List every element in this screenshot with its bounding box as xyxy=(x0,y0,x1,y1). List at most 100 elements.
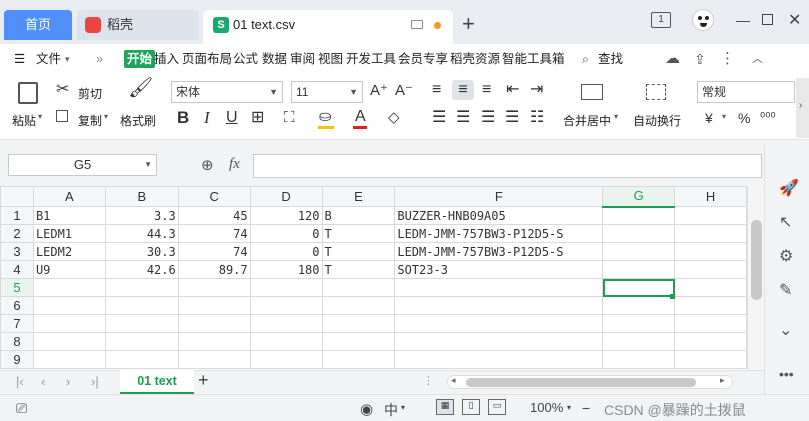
cell[interactable]: 74 xyxy=(177,242,251,261)
zoom-formula-icon[interactable]: ⊕ xyxy=(201,156,214,174)
cell[interactable]: 0 xyxy=(249,224,323,243)
cell[interactable] xyxy=(602,350,676,369)
cell[interactable] xyxy=(602,296,676,315)
cell[interactable] xyxy=(602,260,676,279)
cell[interactable] xyxy=(394,296,604,315)
search-label[interactable]: 查找 xyxy=(598,44,623,74)
align-right-icon[interactable]: ☰ xyxy=(481,110,495,126)
wrap-text-icon[interactable] xyxy=(646,84,666,100)
cell[interactable] xyxy=(249,350,323,369)
cell[interactable] xyxy=(249,314,323,333)
align-bottom-icon[interactable]: ≡ xyxy=(482,82,491,98)
menu-file[interactable]: 文件 xyxy=(36,44,61,74)
merge-center-icon[interactable] xyxy=(581,84,603,100)
language-icon[interactable]: 中 xyxy=(384,400,398,420)
cell[interactable] xyxy=(177,332,251,351)
cell[interactable] xyxy=(104,350,179,369)
cell[interactable] xyxy=(674,242,747,261)
row-header[interactable]: 1 xyxy=(0,206,34,225)
sliders-icon[interactable]: ⚙ xyxy=(779,246,793,266)
cell[interactable] xyxy=(249,296,323,315)
copy-icon[interactable] xyxy=(56,110,68,122)
cell[interactable]: 45 xyxy=(177,206,251,225)
macro-record-icon[interactable]: ⎚ xyxy=(16,400,27,417)
menu-developer[interactable]: 开发工具 xyxy=(346,44,396,74)
collapse-panel-icon[interactable]: ⌄ xyxy=(779,320,792,340)
cell[interactable] xyxy=(674,314,747,333)
horizontal-scroll-thumb[interactable] xyxy=(466,378,696,387)
cell[interactable] xyxy=(321,296,396,315)
style-icon[interactable]: ✎ xyxy=(779,280,792,300)
cell[interactable]: 42.6 xyxy=(104,260,179,279)
normal-view-icon[interactable]: ▦ xyxy=(436,399,454,415)
menu-view[interactable]: 视图 xyxy=(318,44,343,74)
tab-home[interactable]: 首页 xyxy=(4,10,72,40)
page-layout-view-icon[interactable]: ▯ xyxy=(462,399,480,415)
name-box[interactable]: G5 ▼ xyxy=(8,154,157,176)
cell[interactable] xyxy=(394,350,604,369)
cell[interactable] xyxy=(321,278,396,297)
distribute-icon[interactable]: ☷ xyxy=(530,110,544,126)
zoom-dropdown-icon[interactable]: ▾ xyxy=(567,403,571,412)
cell[interactable]: T xyxy=(321,224,396,243)
cell[interactable] xyxy=(249,278,323,297)
chevron-down-icon[interactable]: ▾ xyxy=(65,44,70,74)
menu-insert[interactable]: 插入 xyxy=(154,44,179,74)
cell[interactable] xyxy=(32,314,106,333)
borders-icon[interactable]: ⊞ xyxy=(251,110,264,126)
cell[interactable] xyxy=(674,332,747,351)
clear-format-icon[interactable]: ◇ xyxy=(388,110,400,126)
page-indicator-icon[interactable]: 1 xyxy=(651,12,671,28)
cell[interactable]: U9 xyxy=(32,260,106,279)
cell[interactable]: B xyxy=(321,206,396,225)
column-header[interactable]: C xyxy=(177,186,251,207)
copy-dropdown-icon[interactable]: ▾ xyxy=(104,112,108,121)
menu-page-layout[interactable]: 页面布局 xyxy=(182,44,232,74)
cell[interactable] xyxy=(602,224,676,243)
cell[interactable]: 89.7 xyxy=(177,260,251,279)
hamburger-icon[interactable]: ☰ xyxy=(14,44,25,74)
thousands-icon[interactable]: ⁰⁰⁰ xyxy=(760,110,776,126)
column-header[interactable]: F xyxy=(394,186,604,207)
row-header[interactable]: 3 xyxy=(0,242,34,261)
tab-daoke[interactable]: 稻壳 xyxy=(77,10,199,40)
prev-sheet-icon[interactable]: ‹ xyxy=(41,374,45,389)
cell[interactable] xyxy=(249,332,323,351)
vertical-scroll-thumb[interactable] xyxy=(751,220,762,300)
cell[interactable] xyxy=(32,278,106,297)
paste-button[interactable]: 粘贴 xyxy=(12,112,36,129)
cell[interactable] xyxy=(321,314,396,333)
cell[interactable]: 44.3 xyxy=(104,224,179,243)
paste-icon[interactable] xyxy=(18,82,38,104)
cell[interactable] xyxy=(674,296,747,315)
fx-icon[interactable]: fx xyxy=(229,156,240,173)
cell[interactable] xyxy=(177,296,251,315)
next-sheet-icon[interactable]: › xyxy=(66,374,70,389)
cell[interactable] xyxy=(674,350,747,369)
cell[interactable] xyxy=(602,314,676,333)
row-header[interactable]: 6 xyxy=(0,296,34,315)
page-break-view-icon[interactable]: ▭ xyxy=(488,399,506,415)
scroll-right-icon[interactable]: ▸ xyxy=(720,375,725,386)
bold-icon[interactable]: B xyxy=(177,109,189,126)
cell[interactable] xyxy=(32,332,106,351)
menu-data[interactable]: 数据 xyxy=(262,44,287,74)
avatar[interactable] xyxy=(692,9,714,31)
font-color-icon[interactable]: A xyxy=(355,109,366,125)
row-header[interactable]: 7 xyxy=(0,314,34,333)
align-middle-icon[interactable]: ≡ xyxy=(452,80,474,100)
cell[interactable]: T xyxy=(321,242,396,261)
cell[interactable]: 30.3 xyxy=(104,242,179,261)
new-tab-icon[interactable]: + xyxy=(462,12,475,36)
cell[interactable] xyxy=(321,332,396,351)
fill-color-icon[interactable]: ⛀ xyxy=(319,109,332,125)
row-header-active[interactable]: 5 xyxy=(0,278,34,297)
cell[interactable]: BUZZER-HNB09A05 xyxy=(394,206,604,225)
align-top-icon[interactable]: ≡ xyxy=(432,82,441,98)
cell[interactable] xyxy=(674,206,747,225)
column-header[interactable]: A xyxy=(32,186,106,207)
cell[interactable] xyxy=(674,260,747,279)
cell[interactable] xyxy=(321,350,396,369)
formula-input[interactable] xyxy=(253,154,762,178)
sheet-grid[interactable]: A B C D E F G H 1 B1 3.3 45 120 B BUZZER… xyxy=(0,186,747,370)
